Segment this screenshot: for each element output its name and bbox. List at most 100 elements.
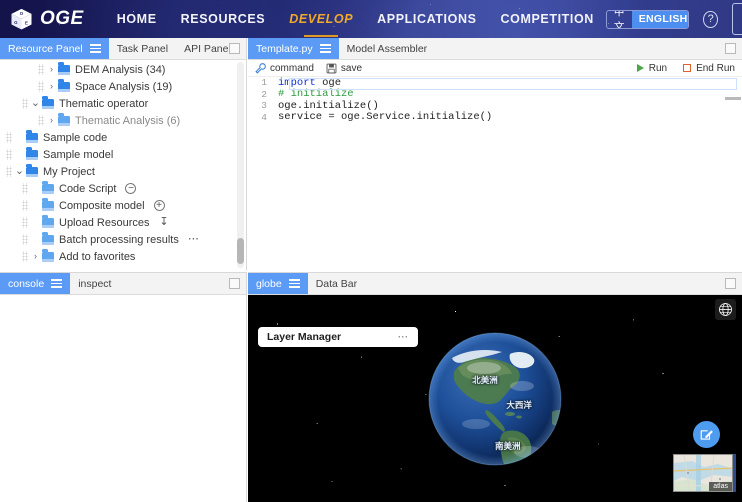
- edit-draw-button[interactable]: [693, 421, 720, 448]
- login-button[interactable]: LOG IN: [731, 3, 742, 35]
- tree-item[interactable]: Sample model: [0, 146, 246, 163]
- drag-handle-icon[interactable]: [22, 200, 29, 211]
- editor-maximize-button[interactable]: [725, 43, 736, 54]
- tree-item[interactable]: › Space Analysis (19): [0, 78, 246, 95]
- globe-panel: globe Data Bar Layer Manager ⋯ 北美洲 大西洋 南…: [248, 272, 742, 502]
- tab-globe[interactable]: globe: [248, 273, 308, 294]
- language-toggle[interactable]: 中文 ENGLISH: [605, 9, 690, 29]
- edit-pencil-icon: [700, 430, 713, 440]
- tree-item-label: Composite model: [59, 199, 145, 212]
- code-area[interactable]: 1 import oge 2 # initialize 3 oge.initialize(…: [248, 77, 742, 270]
- drag-handle-icon[interactable]: [38, 64, 45, 75]
- code-editor-panel: Template.py Model Assembler command save…: [248, 38, 742, 270]
- drag-handle-icon[interactable]: [6, 166, 13, 177]
- end-run-button[interactable]: End Run: [678, 63, 735, 74]
- hamburger-icon[interactable]: [51, 278, 63, 289]
- tree-item-label: My Project: [43, 165, 95, 178]
- nav-item-home[interactable]: HOME: [105, 12, 169, 26]
- tab-globe-label: globe: [256, 277, 282, 290]
- tree-item[interactable]: ⌄ Thematic operator: [0, 95, 246, 112]
- drag-handle-icon[interactable]: [22, 98, 29, 109]
- editor-scrollbar[interactable]: [725, 97, 741, 100]
- tab-model-assembler[interactable]: Model Assembler: [339, 38, 436, 59]
- chevron-right-icon[interactable]: ›: [29, 252, 42, 261]
- tab-console-label: console: [8, 277, 45, 290]
- upload-icon[interactable]: ↧: [159, 217, 170, 228]
- save-disk-icon: [326, 63, 337, 73]
- tab-template-py[interactable]: Template.py: [248, 38, 339, 59]
- earth-globe[interactable]: 北美洲 大西洋 南美洲: [424, 328, 566, 470]
- chevron-down-icon[interactable]: ⌄: [13, 166, 26, 177]
- tree-item[interactable]: Upload Resources ↧: [0, 214, 246, 231]
- drag-handle-icon[interactable]: [6, 149, 13, 160]
- language-option-chinese[interactable]: 中文: [607, 11, 632, 28]
- sidebar-maximize-button[interactable]: [229, 43, 240, 54]
- layer-manager-more-icon[interactable]: ⋯: [398, 331, 410, 343]
- tab-data-bar[interactable]: Data Bar: [308, 273, 365, 294]
- language-option-english[interactable]: ENGLISH: [631, 10, 689, 28]
- tree-item-label: Batch processing results: [59, 233, 179, 246]
- chevron-right-icon[interactable]: ›: [45, 116, 58, 125]
- tree-item-label: Sample code: [43, 131, 108, 144]
- code-line[interactable]: 3 oge.initialize(): [248, 100, 742, 112]
- tree-item[interactable]: Composite model +: [0, 197, 246, 214]
- console-maximize-button[interactable]: [229, 278, 240, 289]
- tree-item[interactable]: Code Script −: [0, 180, 246, 197]
- tree-item[interactable]: ⌄ My Project: [0, 163, 246, 180]
- console-output-area[interactable]: [0, 295, 246, 502]
- hamburger-icon[interactable]: [288, 278, 300, 289]
- tree-item[interactable]: › DEM Analysis (34): [0, 61, 246, 78]
- nav-item-applications[interactable]: APPLICATIONS: [365, 12, 488, 26]
- stop-square-icon: [683, 64, 692, 72]
- code-text: oge.initialize(): [278, 99, 379, 112]
- hamburger-icon[interactable]: [89, 43, 101, 54]
- brand-logo[interactable]: O G E OGE: [9, 7, 84, 32]
- tab-template-py-label: Template.py: [256, 42, 313, 55]
- run-button[interactable]: Run: [632, 63, 667, 74]
- help-icon[interactable]: ?: [703, 10, 718, 28]
- drag-handle-icon[interactable]: [22, 217, 29, 228]
- nav-item-resources[interactable]: RESOURCES: [169, 12, 278, 26]
- tree-scrollbar[interactable]: [237, 62, 244, 268]
- tree-item[interactable]: Batch processing results ⋯: [0, 231, 246, 248]
- minimap-thumbnail[interactable]: atlas: [673, 454, 733, 492]
- drag-handle-icon[interactable]: [22, 183, 29, 194]
- play-triangle-icon: [636, 63, 644, 72]
- drag-handle-icon[interactable]: [6, 132, 13, 143]
- hamburger-icon[interactable]: [319, 43, 331, 54]
- minus-circle-icon[interactable]: −: [125, 183, 137, 194]
- globe-grid-icon[interactable]: [715, 299, 736, 320]
- save-button[interactable]: save: [326, 63, 362, 74]
- tree-item[interactable]: › Add to favorites: [0, 248, 246, 265]
- drag-handle-icon[interactable]: [22, 251, 29, 262]
- svg-text:O: O: [20, 11, 24, 16]
- plus-circle-icon[interactable]: +: [153, 200, 165, 211]
- drag-handle-icon[interactable]: [22, 234, 29, 245]
- chevron-down-icon[interactable]: ⌄: [29, 98, 42, 109]
- command-button[interactable]: command: [255, 63, 314, 74]
- more-options-icon[interactable]: ⋯: [188, 234, 199, 245]
- svg-text:E: E: [25, 20, 28, 25]
- nav-item-develop[interactable]: DEVELOP: [277, 12, 365, 26]
- folder-icon: [58, 62, 70, 75]
- nav-item-competition[interactable]: COMPETITION: [489, 12, 606, 26]
- tree-item[interactable]: Sample code: [0, 129, 246, 146]
- tab-task-panel[interactable]: Task Panel: [109, 38, 176, 59]
- code-text: # initialize: [278, 88, 354, 101]
- layer-manager-button[interactable]: Layer Manager ⋯: [258, 327, 418, 347]
- tab-inspect[interactable]: inspect: [70, 273, 119, 294]
- tab-resource-panel[interactable]: Resource Panel: [0, 38, 109, 59]
- geo-label-atlantic-ocean: 大西洋: [506, 399, 532, 410]
- tree-scrollbar-thumb[interactable]: [237, 238, 244, 264]
- tree-item[interactable]: › Thematic Analysis (6): [0, 112, 246, 129]
- folder-icon: [42, 215, 54, 228]
- code-line[interactable]: 4 service = oge.Service.initialize(): [248, 111, 742, 123]
- tab-console[interactable]: console: [0, 273, 71, 294]
- code-line[interactable]: 2 # initialize: [248, 88, 742, 101]
- globe-viewport[interactable]: Layer Manager ⋯ 北美洲 大西洋 南美洲 atlas: [248, 295, 742, 502]
- globe-maximize-button[interactable]: [725, 278, 736, 289]
- chevron-right-icon[interactable]: ›: [45, 82, 58, 91]
- chevron-right-icon[interactable]: ›: [45, 65, 58, 74]
- drag-handle-icon[interactable]: [38, 81, 45, 92]
- drag-handle-icon[interactable]: [38, 115, 45, 126]
